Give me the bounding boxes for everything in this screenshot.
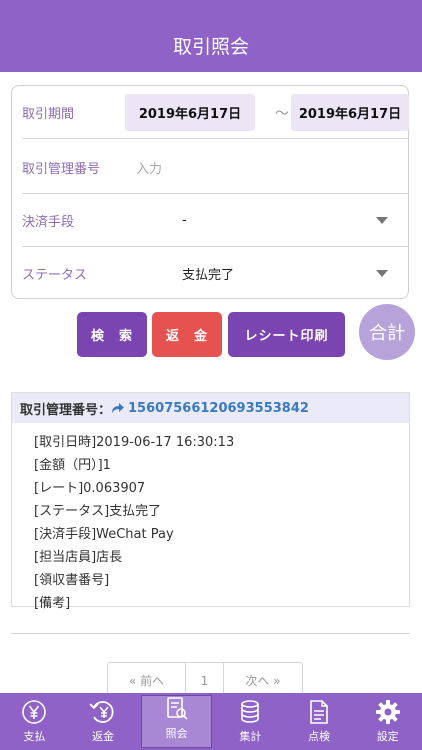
txn-number-row: 取引管理番号 入力 <box>22 141 408 194</box>
search-form: 取引期間 2019年6月17日 ～ 2019年6月17日 取引管理番号 入力 決… <box>11 85 409 299</box>
app-header: 取引照会 <box>0 0 422 72</box>
detail-notes: [備考] <box>34 596 71 611</box>
date-to-field[interactable]: 2019年6月17日 <box>291 94 409 131</box>
result-details: [取引日時]2019-06-17 16:30:13 [金額（円）]1 [レート]… <box>12 423 409 615</box>
detail-datetime: [取引日時]2019-06-17 16:30:13 <box>34 435 235 450</box>
coins-icon <box>241 700 260 723</box>
tab-label: 集計 <box>239 730 262 743</box>
document-icon <box>310 700 328 724</box>
detail-amount: [金額（円）]1 <box>34 458 111 473</box>
refund-button[interactable]: 返 金 <box>152 312 222 357</box>
tab-bar: 支払 返金 照会 集計 点検 設定 <box>0 693 422 750</box>
search-button[interactable]: 検 索 <box>77 312 147 357</box>
detail-receipt-number: [領収書番号] <box>34 573 110 588</box>
tab-inquiry[interactable]: 照会 <box>141 695 213 748</box>
page-title: 取引照会 <box>172 36 249 58</box>
detail-status: [ステータス]支払完了 <box>34 504 162 519</box>
refund-icon <box>89 701 114 723</box>
tab-label: 設定 <box>376 730 399 743</box>
status-select[interactable]: 支払完了 <box>182 264 234 283</box>
gear-icon <box>375 700 400 724</box>
tab-label: 返金 <box>92 730 114 743</box>
payment-method-label: 決済手段 <box>22 214 75 230</box>
tab-label: 点検 <box>308 730 331 743</box>
detail-rate: [レート]0.063907 <box>34 481 146 496</box>
detail-staff: [担当店員]店長 <box>34 550 123 565</box>
tab-label: 支払 <box>23 730 46 743</box>
tab-inspection[interactable]: 点検 <box>285 693 354 750</box>
yen-circle-icon <box>22 700 47 724</box>
result-header: 取引管理番号： 15607566120693553842 <box>12 393 409 423</box>
period-row: 取引期間 2019年6月17日 ～ 2019年6月17日 <box>22 86 409 139</box>
payment-method-select[interactable]: - <box>182 213 187 228</box>
tab-payment[interactable]: 支払 <box>0 693 69 750</box>
result-number-label: 取引管理番号： <box>20 402 112 418</box>
period-label: 取引期間 <box>22 106 75 122</box>
chevron-down-icon[interactable] <box>376 270 388 277</box>
divider <box>11 633 410 634</box>
date-from-field[interactable]: 2019年6月17日 <box>125 94 255 131</box>
date-range-separator: ～ <box>275 106 289 122</box>
status-label: ステータス <box>22 268 88 283</box>
share-arrow-icon <box>112 402 125 413</box>
tab-label: 照会 <box>165 727 188 740</box>
txn-number-input[interactable]: 入力 <box>136 158 162 177</box>
txn-number-label: 取引管理番号 <box>22 161 101 177</box>
tab-refund[interactable]: 返金 <box>69 693 138 750</box>
detail-payment-method: [決済手段]WeChat Pay <box>34 527 174 542</box>
inquiry-icon <box>166 697 188 720</box>
tab-summary[interactable]: 集計 <box>216 693 285 750</box>
tab-settings[interactable]: 設定 <box>353 693 422 750</box>
total-button[interactable]: 合計 <box>359 304 415 360</box>
result-number-link[interactable]: 15607566120693553842 <box>128 401 309 416</box>
status-row[interactable]: ステータス 支払完了 <box>22 247 408 300</box>
payment-method-row[interactable]: 決済手段 - <box>22 194 408 247</box>
receipt-print-button[interactable]: レシート印刷 <box>228 312 345 357</box>
chevron-down-icon[interactable] <box>376 216 388 224</box>
result-card: 取引管理番号： 15607566120693553842 [取引日時]2019-… <box>11 392 410 611</box>
